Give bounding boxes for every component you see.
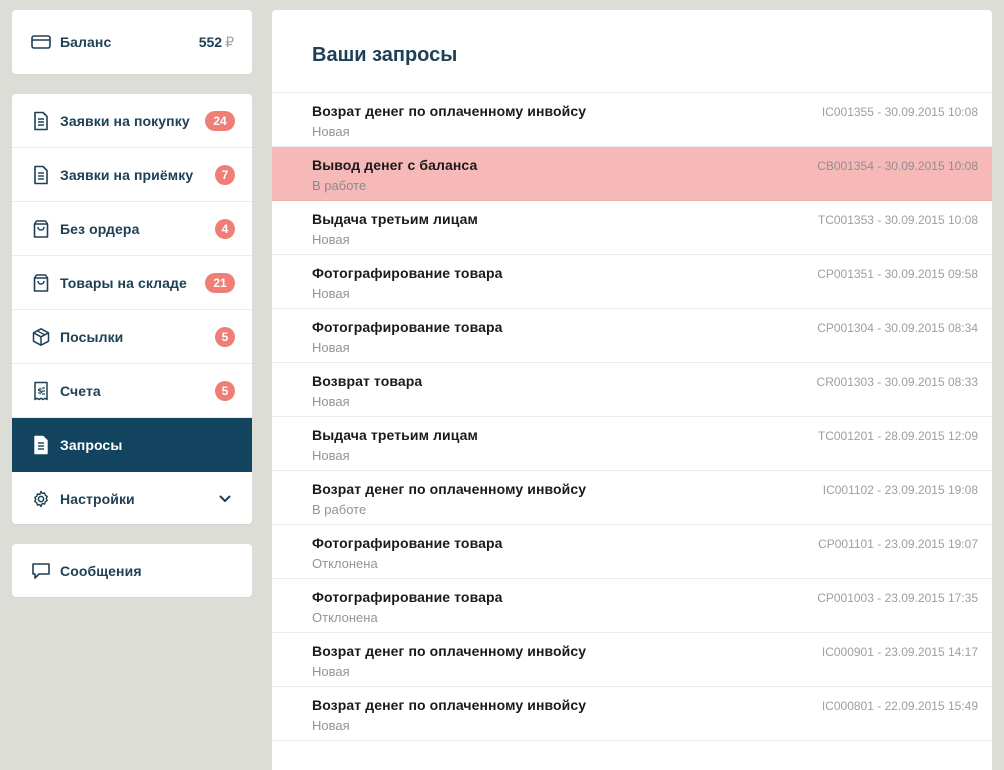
- page-title: Ваши запросы: [272, 10, 992, 93]
- sidebar-item-parcels[interactable]: Посылки 5: [12, 310, 252, 364]
- balance-value: 552: [198, 33, 223, 50]
- list-item[interactable]: Возрат денег по оплаченному инвойсу В раб…: [272, 471, 992, 525]
- document-icon: [31, 111, 51, 131]
- balance-amount: 552 ₽: [199, 34, 234, 51]
- request-status: Новая: [312, 286, 350, 301]
- count-badge: 7: [215, 164, 235, 185]
- list-item[interactable]: Вывод денег с баланса В работе CB001354 - …: [272, 147, 992, 201]
- list-item[interactable]: Возврат товара Новая CR001303 - 30.09.2015…: [272, 363, 992, 417]
- messages-card: Сообщения: [12, 544, 252, 597]
- request-status: В работе: [312, 178, 367, 193]
- request-id-date: IC000801 - 22.09.2015 15:49: [821, 699, 978, 713]
- gear-icon: [31, 489, 51, 509]
- list-item[interactable]: Фотографирование товара Отклонена CP001101…: [272, 525, 992, 579]
- sidebar-item-label: Заявки на покупку: [60, 112, 190, 129]
- request-status: Новая: [312, 448, 350, 463]
- request-id-date: CP001304 - 30.09.2015 08:34: [817, 321, 978, 335]
- request-id-date: CB001354 - 30.09.2015 10:08: [817, 159, 978, 173]
- list-item[interactable]: Выдача третьим лицам Новая TC001201 - 28.0…: [272, 417, 992, 471]
- receipt-icon: $: [31, 381, 51, 401]
- sidebar-item-label: Сообщения: [60, 562, 142, 579]
- sidebar-item-no-order[interactable]: Без ордера 4: [12, 202, 252, 256]
- credit-card-icon: [31, 32, 51, 52]
- list-item[interactable]: Фотографирование товара Новая CP001351 - 3…: [272, 255, 992, 309]
- document-filled-icon: [31, 435, 51, 455]
- sidebar-item-label: Без ордера: [60, 220, 140, 237]
- sidebar-item-messages[interactable]: Сообщения: [12, 544, 252, 597]
- request-status: Отклонена: [312, 556, 378, 571]
- request-status: В работе: [312, 502, 367, 517]
- request-status: Новая: [312, 124, 350, 139]
- request-id-date: IC001355 - 30.09.2015 10:08: [821, 105, 978, 119]
- request-status: Новая: [312, 718, 350, 733]
- count-badge: 21: [205, 272, 235, 293]
- list-item[interactable]: Возрат денег по оплаченному инвойсу Новая…: [272, 93, 992, 147]
- sidebar-item-label: Запросы: [60, 436, 123, 453]
- request-id-date: IC001102 - 23.09.2015 19:08: [822, 483, 978, 497]
- package-icon: [31, 327, 51, 347]
- sidebar-item-label: Товары на складе: [60, 274, 187, 291]
- count-badge: 4: [215, 218, 235, 239]
- document-icon: [31, 165, 51, 185]
- request-status: Новая: [312, 232, 350, 247]
- chat-bubble-icon: [31, 561, 51, 581]
- sidebar-item-requests[interactable]: Запросы: [12, 418, 252, 472]
- request-id-date: TC001353 - 30.09.2015 10:08: [817, 213, 978, 227]
- request-status: Новая: [312, 664, 350, 679]
- shopping-bag-icon: [31, 273, 51, 293]
- sidebar-nav: Заявки на покупку 24 Заявки на приёмку 7…: [12, 94, 252, 524]
- sidebar-item-settings[interactable]: Настройки: [12, 472, 252, 524]
- currency-symbol: ₽: [225, 33, 234, 50]
- request-status: Отклонена: [312, 610, 378, 625]
- list-item[interactable]: Фотографирование товара Новая CP001304 - 3…: [272, 309, 992, 363]
- list-item[interactable]: Возрат денег по оплаченному инвойсу Новая…: [272, 633, 992, 687]
- sidebar-item-label: Счета: [60, 382, 101, 399]
- request-id-date: CR001303 - 30.09.2015 08:33: [816, 375, 978, 389]
- request-id-date: CP001003 - 23.09.2015 17:35: [817, 591, 978, 605]
- count-badge: 5: [215, 380, 235, 401]
- sidebar-item-warehouse-goods[interactable]: Товары на складе 21: [12, 256, 252, 310]
- shopping-bag-icon: [31, 219, 51, 239]
- list-item[interactable]: Возрат денег по оплаченному инвойсу Новая…: [272, 687, 992, 741]
- count-badge: 5: [215, 326, 235, 347]
- list-item[interactable]: Фотографирование товара Отклонена CP001003…: [272, 579, 992, 633]
- request-id-date: CP001101 - 23.09.2015 19:07: [818, 537, 978, 551]
- sidebar-item-purchase-orders[interactable]: Заявки на покупку 24: [12, 94, 252, 148]
- sidebar-item-receiving-orders[interactable]: Заявки на приёмку 7: [12, 148, 252, 202]
- chevron-down-icon[interactable]: [219, 490, 231, 508]
- request-list: Возрат денег по оплаченному инвойсу Новая…: [272, 93, 992, 741]
- request-id-date: TC001201 - 28.09.2015 12:09: [817, 429, 978, 443]
- balance-card: Баланс 552 ₽: [12, 10, 252, 74]
- balance-label: Баланс: [60, 34, 112, 50]
- count-badge: 24: [205, 110, 235, 131]
- sidebar-item-label: Настройки: [60, 491, 135, 507]
- request-status: Новая: [312, 394, 350, 409]
- request-status: Новая: [312, 340, 350, 355]
- sidebar-item-label: Заявки на приёмку: [60, 166, 194, 183]
- requests-panel: Ваши запросы Возрат денег по оплаченному…: [272, 10, 992, 770]
- request-id-date: CP001351 - 30.09.2015 09:58: [817, 267, 978, 281]
- list-item[interactable]: Выдача третьим лицам Новая TC001353 - 30.0…: [272, 201, 992, 255]
- sidebar-item-label: Посылки: [60, 328, 124, 345]
- balance-row[interactable]: Баланс 552 ₽: [12, 10, 252, 74]
- sidebar-item-invoices[interactable]: $ Счета 5: [12, 364, 252, 418]
- request-id-date: IC000901 - 23.09.2015 14:17: [821, 645, 978, 659]
